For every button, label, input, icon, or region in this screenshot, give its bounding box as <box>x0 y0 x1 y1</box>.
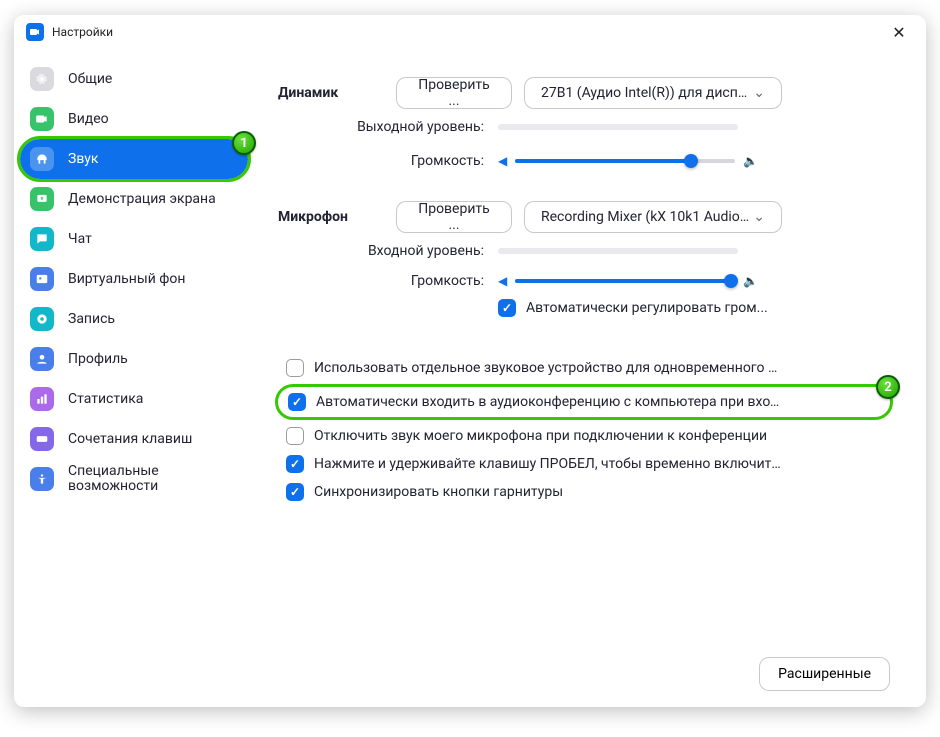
titlebar: Настройки ✕ <box>14 15 926 49</box>
window-title: Настройки <box>52 25 113 39</box>
microphone-input-level-meter <box>498 248 738 254</box>
sidebar-item-bg[interactable]: Виртуальный фон <box>20 259 248 299</box>
sidebar-item-share[interactable]: Демонстрация экрана <box>20 179 248 219</box>
speaker-volume-row: Громкость: ◀ 🔈 <box>278 153 890 169</box>
sidebar-item-label: Общие <box>68 71 112 87</box>
sidebar-item-label: Статистика <box>68 391 143 407</box>
option-row: Отключить звук моего микрофона при подкл… <box>278 427 890 445</box>
sidebar-item-chat[interactable]: Чат <box>20 219 248 259</box>
speaker-volume-slider[interactable]: ◀ 🔈 <box>498 154 758 168</box>
option-checkbox[interactable] <box>286 427 304 445</box>
head-icon <box>30 147 54 171</box>
sidebar-item-video[interactable]: Видео <box>20 99 248 139</box>
sidebar-item-label: Виртуальный фон <box>68 271 185 287</box>
microphone-input-level-row: Входной уровень: <box>278 243 890 259</box>
sidebar-item-gear[interactable]: Общие <box>20 59 248 99</box>
gear-icon <box>30 67 54 91</box>
volume-low-icon: ◀ <box>498 274 507 288</box>
microphone-device-text: Recording Mixer (kX 10k1 Audio ... <box>541 209 751 225</box>
volume-high-icon: 🔈 <box>743 274 758 288</box>
mic-auto-adjust-row: Автоматически регулировать гром... <box>498 299 890 317</box>
advanced-button[interactable]: Расширенные <box>759 657 890 691</box>
microphone-volume-row: Громкость: ◀ 🔈 <box>278 273 890 289</box>
option-label: Использовать отдельное звуковое устройст… <box>314 360 784 376</box>
option-checkbox[interactable] <box>286 483 304 501</box>
option-checkbox[interactable] <box>286 359 304 377</box>
speaker-output-level-label: Выходной уровень: <box>278 119 498 135</box>
speaker-test-button[interactable]: Проверить ... <box>396 77 512 109</box>
mic-auto-adjust-label: Автоматически регулировать гром... <box>526 300 768 316</box>
option-row: Нажмите и удерживайте клавишу ПРОБЕЛ, чт… <box>278 455 890 473</box>
microphone-test-button[interactable]: Проверить ... <box>396 201 512 233</box>
sidebar: ОбщиеВидеоЗвук1Демонстрация экранаЧатВир… <box>14 49 254 707</box>
speaker-row: Динамик Проверить ... 27B1 (Аудио Intel(… <box>278 77 890 109</box>
option-label: Автоматически входить в аудиоконференцию… <box>316 394 786 410</box>
volume-low-icon: ◀ <box>498 154 507 168</box>
sidebar-item-label: Запись <box>68 311 115 327</box>
microphone-input-level-label: Входной уровень: <box>278 243 498 259</box>
sidebar-item-record[interactable]: Запись <box>20 299 248 339</box>
sidebar-item-label: Сочетания клавиш <box>68 431 192 447</box>
options-list: Использовать отдельное звуковое устройст… <box>278 359 890 501</box>
speaker-output-level-row: Выходной уровень: <box>278 119 890 135</box>
option-checkbox[interactable] <box>286 455 304 473</box>
chevron-down-icon: ⌄ <box>753 85 765 101</box>
mic-auto-adjust-checkbox[interactable] <box>498 299 516 317</box>
sidebar-item-stats[interactable]: Статистика <box>20 379 248 419</box>
settings-window: Настройки ✕ ОбщиеВидеоЗвук1Демонстрация … <box>14 15 926 707</box>
speaker-output-level-meter <box>498 124 738 130</box>
microphone-volume-label: Громкость: <box>278 273 498 289</box>
sidebar-item-label: Видео <box>68 111 109 127</box>
annotation-badge: 2 <box>876 375 900 399</box>
profile-icon <box>30 347 54 371</box>
option-label: Нажмите и удерживайте клавишу ПРОБЕЛ, чт… <box>314 456 784 472</box>
sidebar-item-label: Специальныевозможности <box>68 464 159 495</box>
chat-icon <box>30 227 54 251</box>
sidebar-item-keyboard[interactable]: Сочетания клавиш <box>20 419 248 459</box>
sidebar-item-label: Звук <box>68 151 98 167</box>
record-icon <box>30 307 54 331</box>
content-pane: Динамик Проверить ... 27B1 (Аудио Intel(… <box>254 49 926 707</box>
microphone-heading: Микрофон <box>278 209 396 225</box>
microphone-volume-slider[interactable]: ◀ 🔈 <box>498 274 758 288</box>
volume-high-icon: 🔈 <box>743 154 758 168</box>
sidebar-item-label: Демонстрация экрана <box>68 191 216 207</box>
option-label: Синхронизировать кнопки гарнитуры <box>314 484 563 500</box>
close-button[interactable]: ✕ <box>884 17 914 47</box>
option-label: Отключить звук моего микрофона при подкл… <box>314 428 767 444</box>
option-row: Автоматически входить в аудиоконференцию… <box>278 387 890 417</box>
sidebar-item-profile[interactable]: Профиль <box>20 339 248 379</box>
share-icon <box>30 187 54 211</box>
speaker-device-select[interactable]: 27B1 (Аудио Intel(R)) для дисплее... ⌄ <box>524 77 782 109</box>
access-icon <box>30 467 54 491</box>
annotation-badge: 1 <box>232 131 256 155</box>
sidebar-item-label: Чат <box>68 231 92 247</box>
speaker-volume-label: Громкость: <box>278 153 498 169</box>
stats-icon <box>30 387 54 411</box>
speaker-heading: Динамик <box>278 85 396 101</box>
microphone-row: Микрофон Проверить ... Recording Mixer (… <box>278 201 890 233</box>
bg-icon <box>30 267 54 291</box>
option-row: Синхронизировать кнопки гарнитуры <box>278 483 890 501</box>
sidebar-item-label: Профиль <box>68 351 128 367</box>
option-checkbox[interactable] <box>288 393 306 411</box>
microphone-device-select[interactable]: Recording Mixer (kX 10k1 Audio ... ⌄ <box>524 201 782 233</box>
sidebar-item-head[interactable]: Звук1 <box>20 139 248 179</box>
app-icon <box>26 23 44 41</box>
option-row: Использовать отдельное звуковое устройст… <box>278 359 890 377</box>
speaker-device-text: 27B1 (Аудио Intel(R)) для дисплее... <box>541 85 751 101</box>
video-icon <box>30 107 54 131</box>
sidebar-item-access[interactable]: Специальныевозможности <box>20 459 248 499</box>
keyboard-icon <box>30 427 54 451</box>
chevron-down-icon: ⌄ <box>753 209 765 225</box>
